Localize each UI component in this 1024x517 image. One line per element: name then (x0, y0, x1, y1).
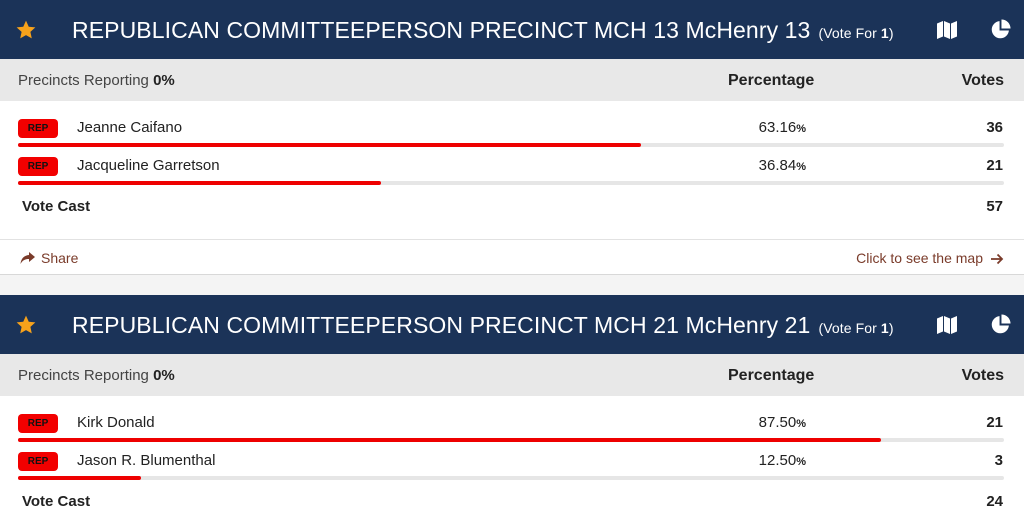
see-map-link[interactable]: Click to see the map (856, 250, 1004, 266)
vote-cast-total: 57 (986, 198, 1003, 215)
candidate-percentage: 87.50% (740, 414, 806, 431)
vote-for-suffix: ) (888, 25, 894, 41)
arrow-right-icon (991, 253, 1004, 265)
candidate-percentage-value: 12.50 (758, 452, 797, 469)
candidate-votes: 21 (986, 414, 1003, 431)
votes-column-header: Votes (961, 72, 1004, 89)
vote-share-fill (18, 143, 641, 147)
candidate-row: REP Kirk Donald 87.50% 21 (0, 408, 1024, 446)
star-icon[interactable] (15, 19, 37, 41)
party-badge: REP (18, 157, 58, 176)
precincts-reporting-label: Precincts Reporting (18, 72, 149, 89)
vote-for-prefix: (Vote For (818, 25, 881, 41)
contest-title: REPUBLICAN COMMITTEEPERSON PRECINCT MCH … (72, 312, 894, 339)
vote-for-note: (Vote For 1) (818, 320, 893, 336)
candidate-row: REP Jason R. Blumenthal 12.50% 3 (0, 446, 1024, 484)
vote-share-fill (18, 181, 382, 185)
candidate-votes: 3 (994, 452, 1003, 469)
vote-share-fill (18, 438, 881, 442)
vote-cast-total: 24 (986, 493, 1003, 510)
contest-footer: Share Click to see the map (0, 239, 1024, 275)
vote-share-bar (18, 476, 1004, 480)
precincts-reporting: Precincts Reporting 0% (18, 72, 175, 89)
vote-share-bar (18, 181, 1004, 185)
share-label: Share (41, 250, 79, 266)
vote-for-prefix: (Vote For (818, 320, 881, 336)
contest-title-text: REPUBLICAN COMMITTEEPERSON PRECINCT MCH … (72, 17, 811, 43)
candidate-name: Jeanne Caifano (77, 119, 183, 136)
vote-cast-label: Vote Cast (22, 493, 91, 510)
percent-sign: % (796, 456, 806, 468)
contest-title: REPUBLICAN COMMITTEEPERSON PRECINCT MCH … (72, 17, 894, 44)
map-icon[interactable] (936, 20, 958, 40)
vote-cast-row: Vote Cast 24 (0, 493, 1024, 517)
precincts-reporting: Precincts Reporting 0% (18, 367, 175, 384)
candidate-percentage: 12.50% (740, 452, 806, 469)
percent-sign: % (796, 161, 806, 173)
results-column-header: Precincts Reporting 0% Percentage Votes (0, 59, 1024, 101)
vote-cast-label: Vote Cast (22, 198, 91, 215)
votes-column-header: Votes (961, 367, 1004, 384)
percent-sign: % (796, 123, 806, 135)
vote-share-fill (18, 476, 142, 480)
precincts-reporting-value: 0% (153, 72, 175, 89)
see-map-label: Click to see the map (856, 250, 983, 266)
pie-chart-icon[interactable] (990, 19, 1011, 40)
contest-card: REPUBLICAN COMMITTEEPERSON PRECINCT MCH … (0, 0, 1024, 275)
precincts-reporting-label: Precincts Reporting (18, 367, 149, 384)
vote-for-note: (Vote For 1) (818, 25, 893, 41)
vote-for-suffix: ) (888, 320, 894, 336)
results-column-header: Precincts Reporting 0% Percentage Votes (0, 354, 1024, 396)
percentage-column-header: Percentage (728, 72, 815, 89)
candidate-percentage-value: 36.84 (758, 157, 797, 174)
candidate-percentage: 36.84% (740, 157, 806, 174)
percentage-column-header: Percentage (728, 367, 815, 384)
candidate-row: REP Jacqueline Garretson 36.84% 21 (0, 151, 1024, 189)
contest-header: REPUBLICAN COMMITTEEPERSON PRECINCT MCH … (0, 0, 1024, 59)
star-icon[interactable] (15, 314, 37, 336)
vote-cast-row: Vote Cast 57 (0, 198, 1024, 228)
contest-title-text: REPUBLICAN COMMITTEEPERSON PRECINCT MCH … (72, 312, 811, 338)
party-badge: REP (18, 119, 58, 138)
map-icon[interactable] (936, 315, 958, 335)
share-link[interactable]: Share (20, 250, 78, 266)
vote-share-bar (18, 143, 1004, 147)
candidate-name: Jason R. Blumenthal (77, 452, 216, 469)
candidate-percentage: 63.16% (740, 119, 806, 136)
precincts-reporting-value: 0% (153, 367, 175, 384)
candidate-percentage-value: 63.16 (758, 119, 797, 136)
contest-header: REPUBLICAN COMMITTEEPERSON PRECINCT MCH … (0, 295, 1024, 354)
candidate-row: REP Jeanne Caifano 63.16% 36 (0, 113, 1024, 151)
party-badge: REP (18, 452, 58, 471)
candidate-name: Kirk Donald (77, 414, 155, 431)
candidate-votes: 21 (986, 157, 1003, 174)
percent-sign: % (796, 418, 806, 430)
candidate-votes: 36 (986, 119, 1003, 136)
share-arrow-icon (20, 252, 35, 264)
pie-chart-icon[interactable] (990, 314, 1011, 335)
candidate-name: Jacqueline Garretson (77, 157, 220, 174)
vote-for-count: 1 (880, 25, 889, 41)
vote-for-count: 1 (880, 320, 889, 336)
vote-share-bar (18, 438, 1004, 442)
party-badge: REP (18, 414, 58, 433)
contest-card: REPUBLICAN COMMITTEEPERSON PRECINCT MCH … (0, 295, 1024, 517)
candidate-percentage-value: 87.50 (758, 414, 797, 431)
